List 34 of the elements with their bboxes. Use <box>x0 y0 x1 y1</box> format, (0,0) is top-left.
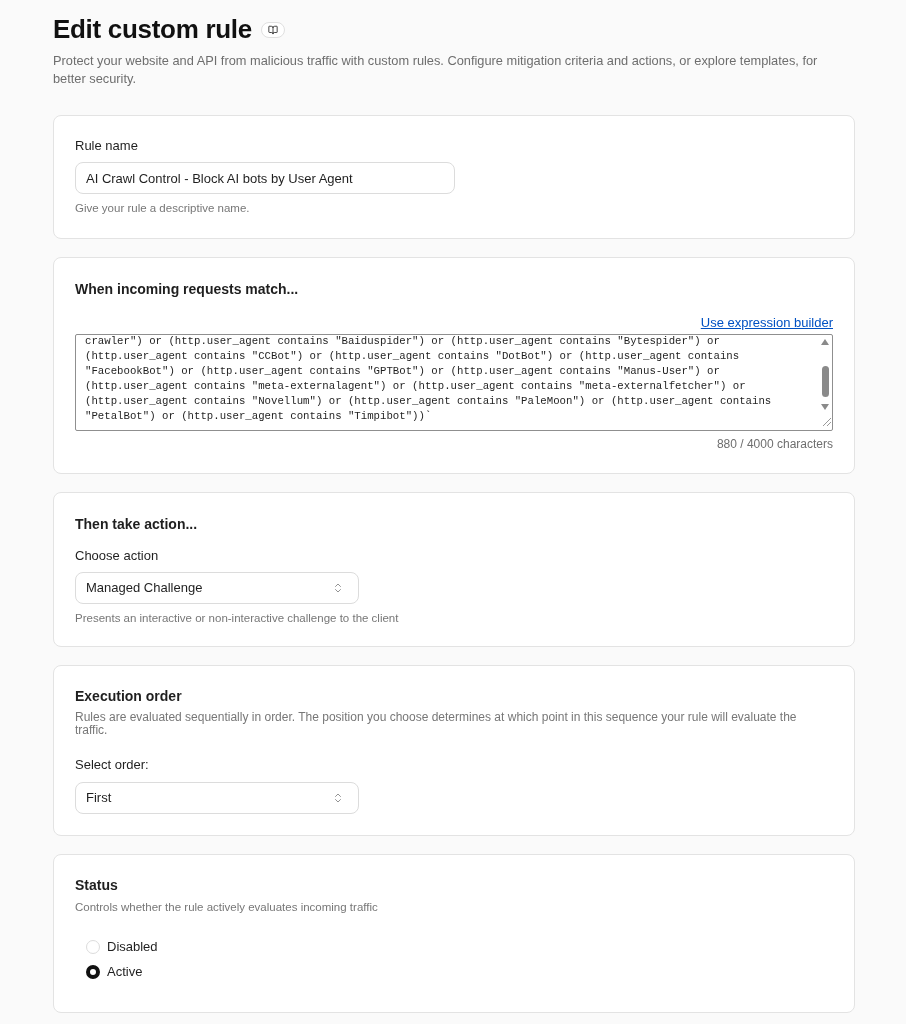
field-label: Choose action <box>75 547 160 565</box>
expression-line: (http.user_agent contains "Novellum") or (http.user_agent contains "PaleMoon") or (http.user_agent contains <box>85 394 772 409</box>
expression-builder-link[interactable]: Use expression builder <box>700 315 833 331</box>
rule-name-input[interactable]: AI Crawl Control - Block AI bots by User Agent <box>75 162 455 194</box>
book-icon[interactable] <box>260 21 285 38</box>
character-counter: 880 / 4000 characters <box>716 436 833 452</box>
radio-option[interactable]: Disabled <box>86 934 158 959</box>
chevrons-up-down-icon <box>332 792 344 804</box>
page-description: Protect your website and API from malicious traffic with custom rules. Configure mitigation criteria and actions, or explore templates, for better security. <box>53 52 819 88</box>
resize-grip-icon[interactable] <box>821 417 831 426</box>
select-dropdown[interactable]: Managed Challenge <box>75 572 359 604</box>
expression-line: (http.user_agent contains "CCBot") or (http.user_agent contains "DotBot") or (http.user_agent contains <box>85 349 740 364</box>
chevrons-up-down-icon <box>332 582 344 594</box>
select-dropdown[interactable]: First <box>75 782 359 814</box>
section-description: Rules are evaluated sequentially in order. The position you choose determines at which point in this sequence your rule will evaluate the traffic. <box>75 711 798 737</box>
section-description: Controls whether the rule actively evaluates incoming traffic <box>75 900 379 915</box>
page-title: Edit custom rule <box>53 13 252 46</box>
section-heading: Then take action... <box>75 515 199 534</box>
field-label: Select order: <box>75 756 150 774</box>
section-heading: When incoming requests match... <box>75 280 300 299</box>
section-heading: Execution order <box>75 687 183 706</box>
section-heading: Status <box>75 876 119 895</box>
expression-line: "PetalBot") or (http.user_agent contains "Timpibot"))` <box>85 409 432 424</box>
scroll-up-arrow-icon[interactable] <box>821 339 829 345</box>
expression-line: "FacebookBot") or (http.user_agent contains "GPTBot") or (http.user_agent contains "Manus-User") or <box>85 364 720 379</box>
expression-line: crawler") or (http.user_agent contains "Baiduspider") or (http.user_agent contains "Bytespider") or <box>85 335 720 349</box>
scrollbar-thumb[interactable] <box>821 366 829 397</box>
hint-text: Give your rule a descriptive name. <box>75 201 251 216</box>
hint-text: Presents an interactive or non-interactive challenge to the client <box>75 611 400 626</box>
expression-field[interactable] <box>75 334 833 431</box>
expression-line: (http.user_agent contains "meta-externalagent") or (http.user_agent contains "meta-externalfetcher") or <box>85 379 746 394</box>
field-label: Rule name <box>75 137 139 155</box>
radio-option[interactable]: Active <box>86 959 143 984</box>
scroll-down-arrow-icon[interactable] <box>821 404 829 410</box>
